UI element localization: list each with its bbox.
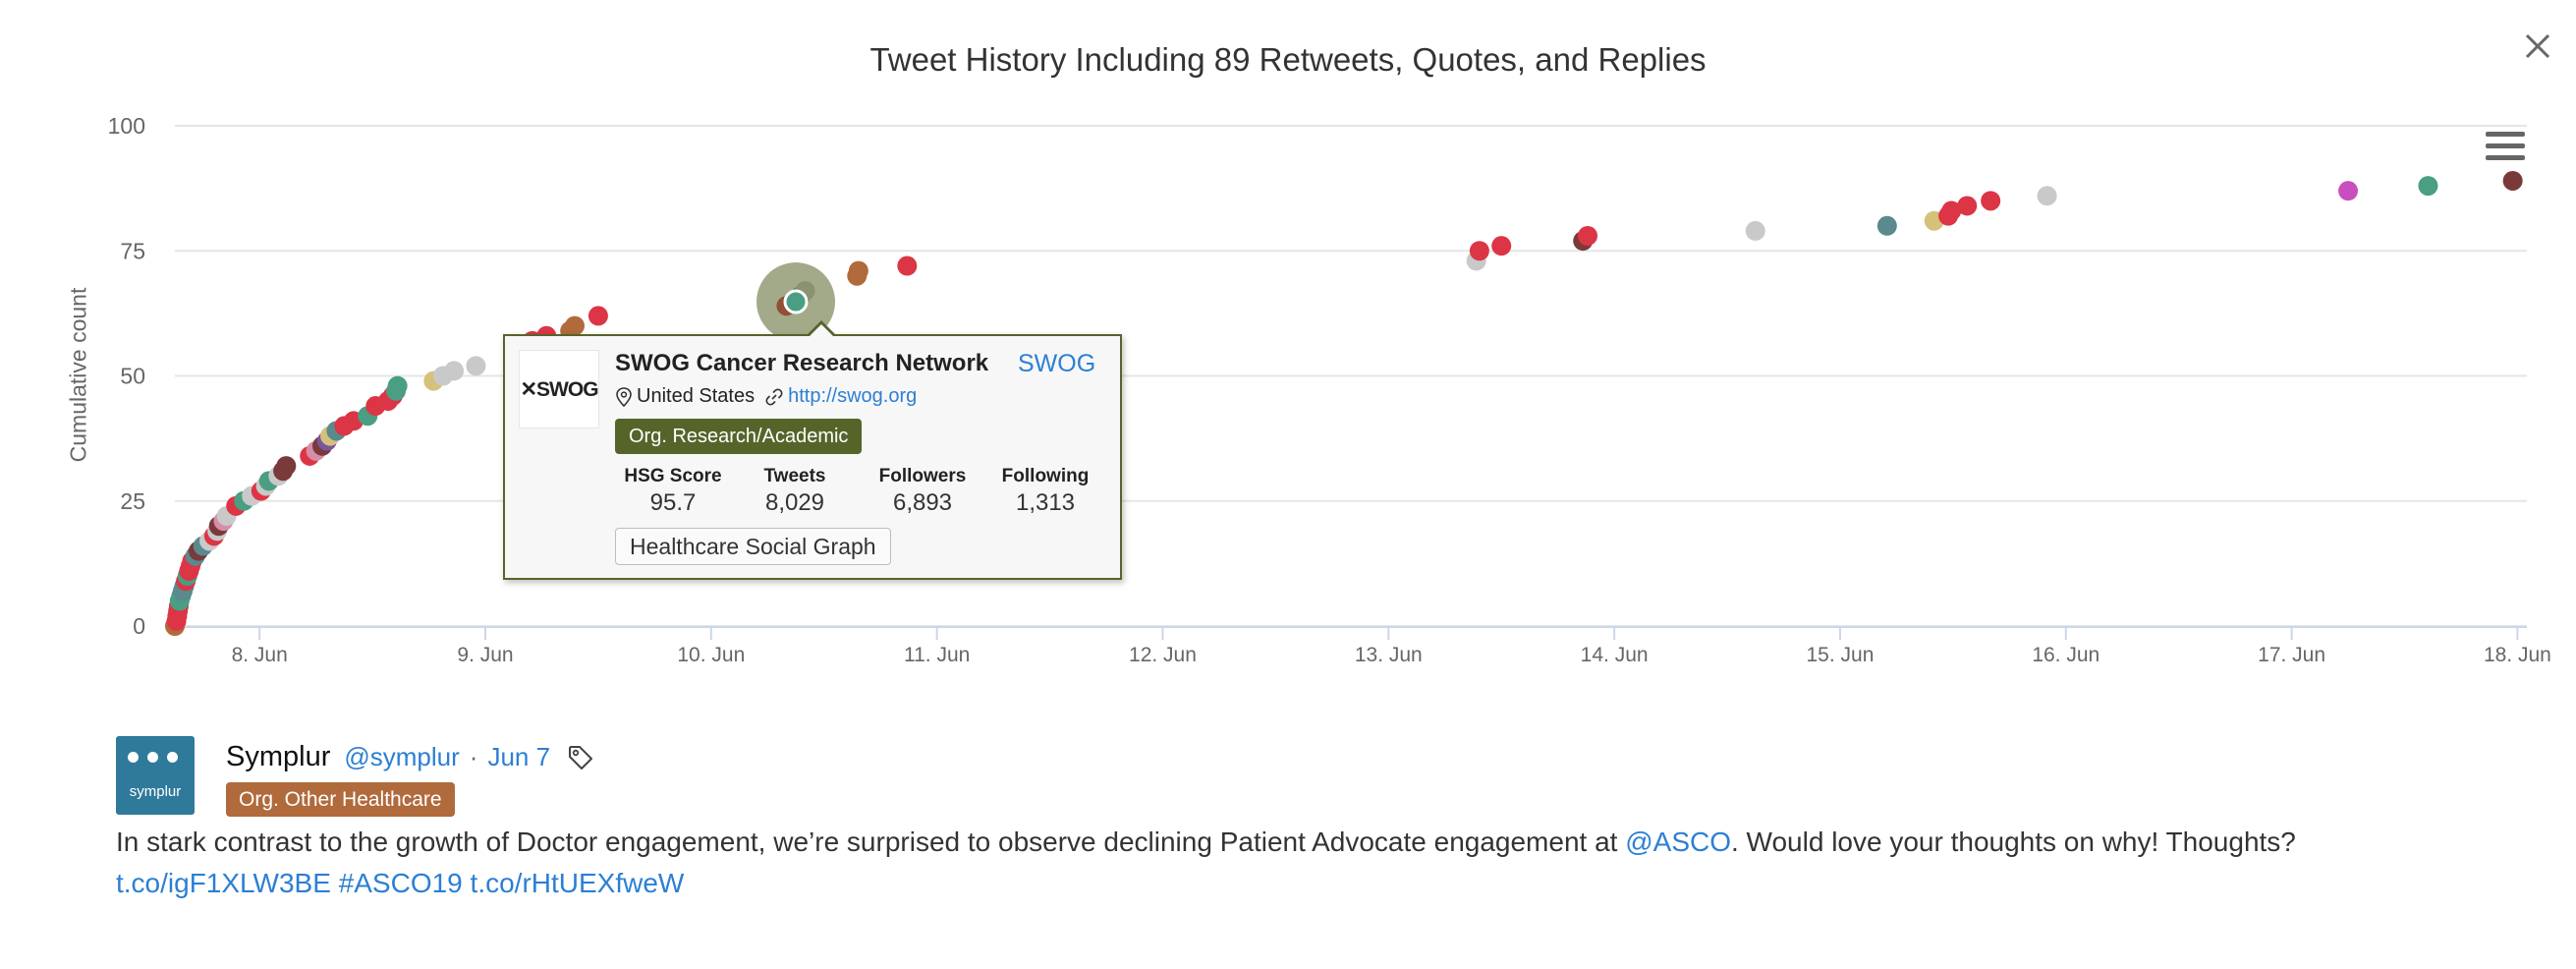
x-tick-label: 10. Jun <box>677 644 745 666</box>
data-point <box>387 375 408 396</box>
data-point <box>1957 196 1978 216</box>
chart-menu-button[interactable] <box>2486 132 2525 167</box>
x-axis-ticks: 8. Jun 9. Jun 10. Jun 11. Jun 12. Jun 13. Jun… <box>232 627 2551 666</box>
tooltip-location-row: United States http://swog.org <box>615 385 917 408</box>
swog-logo: ✕SWOG <box>519 350 599 428</box>
tweet-separator: · <box>469 742 478 771</box>
tweet-header: Symplur @symplur · Jun 7 <box>226 741 595 773</box>
data-point <box>2418 176 2438 197</box>
mention-link[interactable]: @ASCO <box>1625 826 1731 857</box>
data-point <box>1981 191 2001 211</box>
tweet-link-2[interactable]: t.co/rHtUEXfweW <box>471 868 685 898</box>
tooltip-location: United States <box>637 385 756 407</box>
tweet-link-1[interactable]: t.co/igF1XLW3BE <box>116 868 331 898</box>
stat-following: Following 1,313 <box>1001 466 1090 516</box>
data-point <box>2037 186 2057 206</box>
data-point <box>588 306 608 326</box>
x-tick-label: 13. Jun <box>1355 644 1423 666</box>
tooltip-url-link[interactable]: http://swog.org <box>788 385 917 408</box>
data-point <box>1491 236 1512 256</box>
avatar-label: symplur <box>129 783 182 800</box>
data-point <box>276 456 297 477</box>
map-pin-icon <box>616 386 632 407</box>
hashtag-link[interactable]: #ASCO19 <box>339 868 463 898</box>
tooltip-name: SWOG Cancer Research Network <box>615 350 989 376</box>
x-tick-label: 16. Jun <box>2032 644 2100 666</box>
user-tooltip: ✕SWOG SWOG Cancer Research Network SWOG … <box>503 320 1122 580</box>
tweet-author-handle[interactable]: @symplur <box>344 742 459 772</box>
tooltip-handle[interactable]: SWOG <box>1018 350 1095 378</box>
data-point <box>897 256 918 276</box>
x-tick-label: 8. Jun <box>232 644 288 666</box>
tweet-date[interactable]: Jun 7 <box>487 742 550 772</box>
x-tick-label: 11. Jun <box>904 644 970 666</box>
ellipsis-icon <box>128 752 178 763</box>
avatar[interactable]: symplur <box>116 736 195 815</box>
data-point <box>848 260 868 281</box>
x-tick-label: 9. Jun <box>457 644 513 666</box>
y-tick-label: 75 <box>120 238 145 263</box>
link-icon <box>765 388 783 405</box>
data-point <box>564 315 585 336</box>
data-point <box>2502 170 2523 191</box>
data-point <box>1577 225 1597 246</box>
stat-hsg-score: HSG Score 95.7 <box>624 466 722 516</box>
y-axis-ticks: 0 25 50 75 100 <box>108 113 145 639</box>
y-tick-label: 100 <box>108 113 145 139</box>
data-point <box>1469 241 1489 261</box>
chart-plot: 0 25 50 75 100 8. Jun 9. Jun 10. Jun 11. Jun 12.… <box>108 113 2551 666</box>
y-axis-label: Cumulative count <box>65 287 91 463</box>
y-tick-label: 0 <box>133 613 145 639</box>
tweet-category-badge: Org. Other Healthcare <box>226 782 455 817</box>
data-point <box>466 356 486 376</box>
tweet-author-name: Symplur <box>226 741 331 772</box>
tweet-text: In stark contrast to the growth of Docto… <box>116 826 2296 898</box>
data-point <box>1745 220 1765 241</box>
x-tick-label: 14. Jun <box>1581 644 1649 666</box>
stat-tweets: Tweets 8,029 <box>763 466 826 516</box>
y-tick-label: 25 <box>120 488 145 514</box>
data-point <box>444 361 465 381</box>
healthcare-social-graph-button[interactable]: Healthcare Social Graph <box>615 528 891 565</box>
x-tick-label: 17. Jun <box>2258 644 2325 666</box>
hamburger-menu-icon <box>2486 132 2525 137</box>
stat-followers: Followers 6,893 <box>878 466 967 516</box>
x-tick-label: 15. Jun <box>1807 644 1875 666</box>
x-tick-label: 18. Jun <box>2484 644 2551 666</box>
tooltip-category-badge: Org. Research/Academic <box>615 419 863 454</box>
y-tick-label: 50 <box>120 364 145 389</box>
tag-icon[interactable] <box>566 743 595 772</box>
x-tick-label: 12. Jun <box>1129 644 1197 666</box>
data-point <box>1876 215 1897 236</box>
data-point <box>2338 181 2359 201</box>
highlighted-point <box>783 289 809 314</box>
